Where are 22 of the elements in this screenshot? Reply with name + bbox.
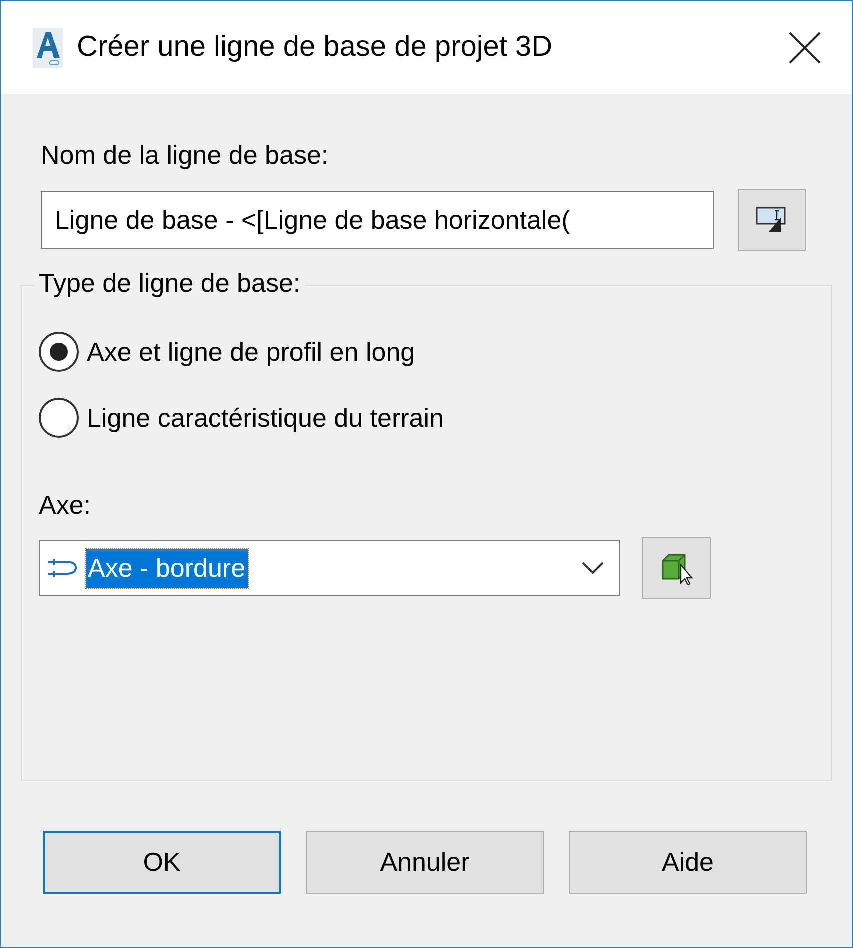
field-label: Nom de la ligne de base: — [41, 139, 330, 172]
radio-button[interactable] — [39, 332, 79, 372]
radio-option[interactable]: Ligne caractéristique du terrain — [39, 394, 814, 442]
alignment-dropdown[interactable]: Axe - bordure — [39, 540, 620, 596]
radio-button[interactable] — [39, 398, 79, 438]
select-object-button[interactable] — [642, 537, 711, 599]
dialog-button[interactable]: OK — [43, 831, 281, 894]
radio-option[interactable]: Axe et ligne de profil en long — [39, 328, 814, 376]
select-text-icon — [755, 206, 789, 234]
name-field[interactable]: Ligne de base - <[Ligne de base horizontale( — [41, 191, 714, 249]
radio-label: Axe et ligne de profil en long — [87, 336, 416, 368]
window-title: Créer une ligne de base de projet 3D — [77, 30, 554, 65]
app-logo-icon — [33, 28, 63, 68]
close-icon[interactable] — [788, 30, 822, 64]
radio-label: Ligne caractéristique du terrain — [87, 402, 444, 434]
chevron-down-icon — [581, 561, 605, 575]
pick-button[interactable] — [738, 189, 806, 251]
field-label: Axe: — [39, 489, 92, 522]
dialog-button[interactable]: Annuler — [306, 831, 544, 894]
dialog-button[interactable]: Aide — [569, 831, 807, 894]
dropdown-value: Axe - bordure — [86, 548, 248, 588]
alignment-icon — [46, 556, 80, 580]
